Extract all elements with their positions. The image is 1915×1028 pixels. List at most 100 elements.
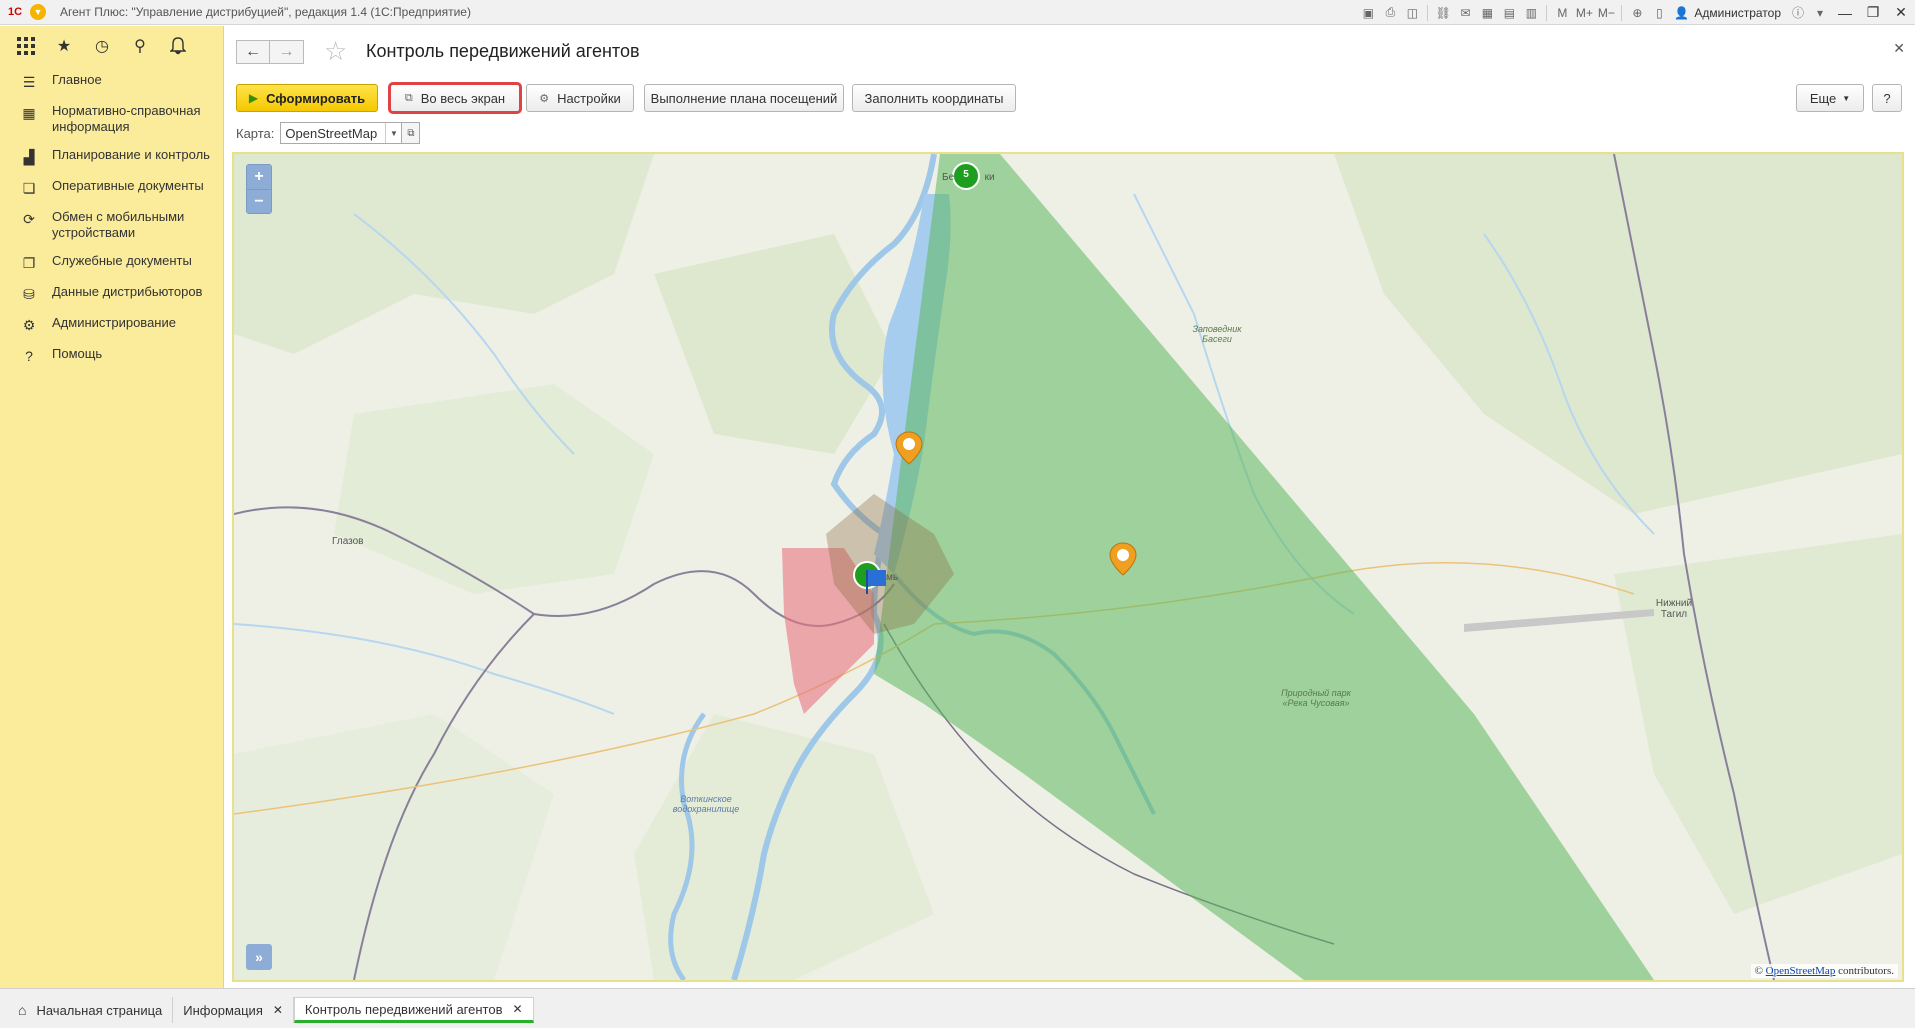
notifications-bell-icon[interactable] bbox=[166, 34, 190, 58]
visit-plan-button[interactable]: Выполнение плана посещений bbox=[644, 84, 844, 112]
print-icon[interactable]: ⎙ bbox=[1379, 4, 1401, 22]
reserve-basegi: Заповедник Басеги bbox=[1192, 324, 1242, 344]
sidebar-item-reference[interactable]: ▦ Нормативно-справочная информация bbox=[0, 97, 223, 141]
preview-icon[interactable]: ◫ bbox=[1401, 4, 1423, 22]
close-icon[interactable]: ✕ bbox=[273, 1003, 283, 1017]
zoom-icon[interactable]: ⊕ bbox=[1626, 4, 1648, 22]
votkinsk-reservoir: Воткинское водохранилище bbox=[672, 794, 740, 814]
sidebar-item-label: Помощь bbox=[52, 346, 103, 361]
close-form-icon[interactable]: ✕ bbox=[1893, 40, 1905, 57]
close-window-icon[interactable]: ✕ bbox=[1887, 2, 1915, 24]
sidebar-item-label: Главное bbox=[52, 72, 102, 87]
sidebar-top-icons: ★ ◷ ⚲ bbox=[0, 26, 223, 66]
apps-grid-icon[interactable] bbox=[14, 34, 38, 58]
sections-list: ☰ Главное ▦ Нормативно-справочная информ… bbox=[0, 66, 223, 371]
tab-home[interactable]: ⌂ Начальная страница bbox=[8, 997, 174, 1023]
sidebar-item-distributor-data[interactable]: ⛁ Данные дистрибьюторов bbox=[0, 278, 223, 309]
tab-agent-tracking-label: Контроль передвижений агентов bbox=[304, 1001, 503, 1017]
info-icon[interactable]: ⓘ bbox=[1787, 4, 1809, 22]
tab-info-label: Информация bbox=[183, 1002, 263, 1018]
link-icon[interactable]: ⛓ bbox=[1432, 4, 1454, 22]
gear-icon: ⚙ bbox=[539, 92, 550, 105]
openstreetmap-link[interactable]: OpenStreetMap bbox=[1766, 965, 1836, 977]
map-view[interactable]: 5 Бе ки Глазов мь Нижний Тагил Заповедни… bbox=[232, 152, 1904, 982]
toolbar-separator bbox=[1621, 4, 1623, 21]
fullscreen-icon: ⧉ bbox=[404, 91, 413, 104]
fullscreen-button-label: Во весь экран bbox=[420, 90, 506, 106]
navigation-buttons: ← → bbox=[236, 40, 304, 64]
open-windows-bar: ⌂ Начальная страница Информация ✕ Контро… bbox=[0, 988, 1915, 1028]
map-selector-row: Карта: OpenStreetMap ▼ ⧉ bbox=[236, 122, 421, 144]
gear-icon: ⚙ bbox=[22, 316, 36, 333]
zoom-out-icon[interactable]: − bbox=[247, 189, 271, 213]
memory-plus-icon[interactable]: M+ bbox=[1573, 4, 1595, 22]
map-canvas[interactable] bbox=[234, 154, 1902, 980]
generate-button-label: Сформировать bbox=[266, 90, 366, 106]
service-docs-icon: ❐ bbox=[22, 254, 36, 271]
user-icon: 👤 bbox=[1673, 5, 1689, 20]
back-arrow-icon[interactable]: ← bbox=[236, 40, 270, 64]
menu-lines-icon: ☰ bbox=[22, 73, 36, 90]
sidebar-item-planning[interactable]: ▟ Планирование и контроль bbox=[0, 141, 223, 172]
help-icon: ? bbox=[25, 348, 33, 364]
attribution-prefix: © bbox=[1754, 965, 1763, 977]
sidebar-item-service-docs[interactable]: ❐ Служебные документы bbox=[0, 247, 223, 278]
add-to-favorites-star-icon[interactable]: ☆ bbox=[324, 38, 347, 64]
main-menu-dropdown-icon[interactable]: ▼ bbox=[30, 4, 46, 20]
sidebar-item-label: Администрирование bbox=[52, 315, 176, 330]
fullscreen-button[interactable]: ⧉ Во весь экран bbox=[388, 82, 522, 114]
sidebar-item-mobile-exchange[interactable]: ⟳ Обмен с мобильными устройствами bbox=[0, 203, 223, 247]
sidebar-item-label: Планирование и контроль bbox=[52, 147, 210, 162]
map-type-value: OpenStreetMap bbox=[285, 125, 378, 141]
calendar-icon[interactable]: ▥ bbox=[1520, 4, 1542, 22]
generate-button[interactable]: ▶ Сформировать bbox=[236, 84, 378, 112]
chevron-down-icon: ▼ bbox=[1842, 93, 1851, 103]
title-bar: 1С ▼ Агент Плюс: "Управление дистрибуцие… bbox=[0, 0, 1915, 25]
tab-agent-tracking[interactable]: Контроль передвижений агентов ✕ bbox=[293, 997, 534, 1023]
window-title: Агент Плюс: "Управление дистрибуцией", р… bbox=[60, 5, 471, 19]
minimize-icon[interactable]: — bbox=[1831, 2, 1859, 24]
fill-coordinates-button[interactable]: Заполнить координаты bbox=[852, 84, 1016, 112]
sidebar-item-administration[interactable]: ⚙ Администрирование bbox=[0, 309, 223, 340]
page-title: Контроль передвижений агентов bbox=[366, 41, 640, 61]
sidebar-item-label: Оперативные документы bbox=[52, 178, 204, 193]
attribution-suffix: contributors. bbox=[1838, 965, 1894, 977]
restore-icon[interactable]: ❐ bbox=[1859, 2, 1887, 24]
settings-button[interactable]: ⚙ Настройки bbox=[526, 84, 634, 112]
chevron-down-icon[interactable]: ▾ bbox=[1809, 4, 1831, 22]
zoom-control: + − bbox=[246, 164, 272, 214]
sync-icon: ⟳ bbox=[23, 210, 35, 227]
memory-minus-icon[interactable]: M− bbox=[1595, 4, 1617, 22]
memory-m-icon[interactable]: M bbox=[1551, 4, 1573, 22]
zoom-in-icon[interactable]: + bbox=[247, 165, 271, 189]
history-icon[interactable]: ◷ bbox=[90, 34, 114, 58]
sidebar-item-label: Служебные документы bbox=[52, 253, 192, 268]
save-icon[interactable]: ▣ bbox=[1357, 4, 1379, 22]
sidebar-item-operational-docs[interactable]: ❏ Оперативные документы bbox=[0, 172, 223, 203]
search-icon[interactable]: ⚲ bbox=[128, 34, 152, 58]
toolbar-separator bbox=[1427, 4, 1429, 21]
help-button[interactable]: ? bbox=[1872, 84, 1902, 112]
tab-home-label: Начальная страница bbox=[36, 1002, 163, 1018]
city-nizhny-tagil: Нижний Тагил bbox=[1655, 598, 1693, 620]
sidebar-item-main[interactable]: ☰ Главное bbox=[0, 66, 223, 97]
documents-icon: ❏ bbox=[22, 179, 36, 196]
forward-arrow-icon[interactable]: → bbox=[270, 40, 304, 64]
home-icon: ⌂ bbox=[18, 1002, 27, 1018]
mail-icon[interactable]: ✉ bbox=[1454, 4, 1476, 22]
chevron-down-icon[interactable]: ▼ bbox=[385, 123, 401, 143]
sidebar-item-help[interactable]: ? Помощь bbox=[0, 340, 223, 371]
map-type-select[interactable]: OpenStreetMap ▼ bbox=[280, 122, 403, 144]
play-icon: ▶ bbox=[248, 91, 259, 105]
close-icon[interactable]: ✕ bbox=[512, 1002, 522, 1016]
tab-info[interactable]: Информация ✕ bbox=[173, 997, 294, 1023]
expand-panel-icon[interactable]: » bbox=[246, 944, 272, 970]
park-chusovaya: Природный парк «Река Чусовая» bbox=[1281, 688, 1351, 708]
open-map-icon[interactable]: ⧉ bbox=[402, 122, 421, 144]
table-icon[interactable]: ▤ bbox=[1498, 4, 1520, 22]
calculator-icon[interactable]: ▦ bbox=[1476, 4, 1498, 22]
current-user[interactable]: Администратор bbox=[1694, 6, 1781, 20]
more-button[interactable]: Еще ▼ bbox=[1796, 84, 1864, 112]
panel-icon[interactable]: ▯ bbox=[1648, 4, 1670, 22]
favorites-star-icon[interactable]: ★ bbox=[52, 34, 76, 58]
